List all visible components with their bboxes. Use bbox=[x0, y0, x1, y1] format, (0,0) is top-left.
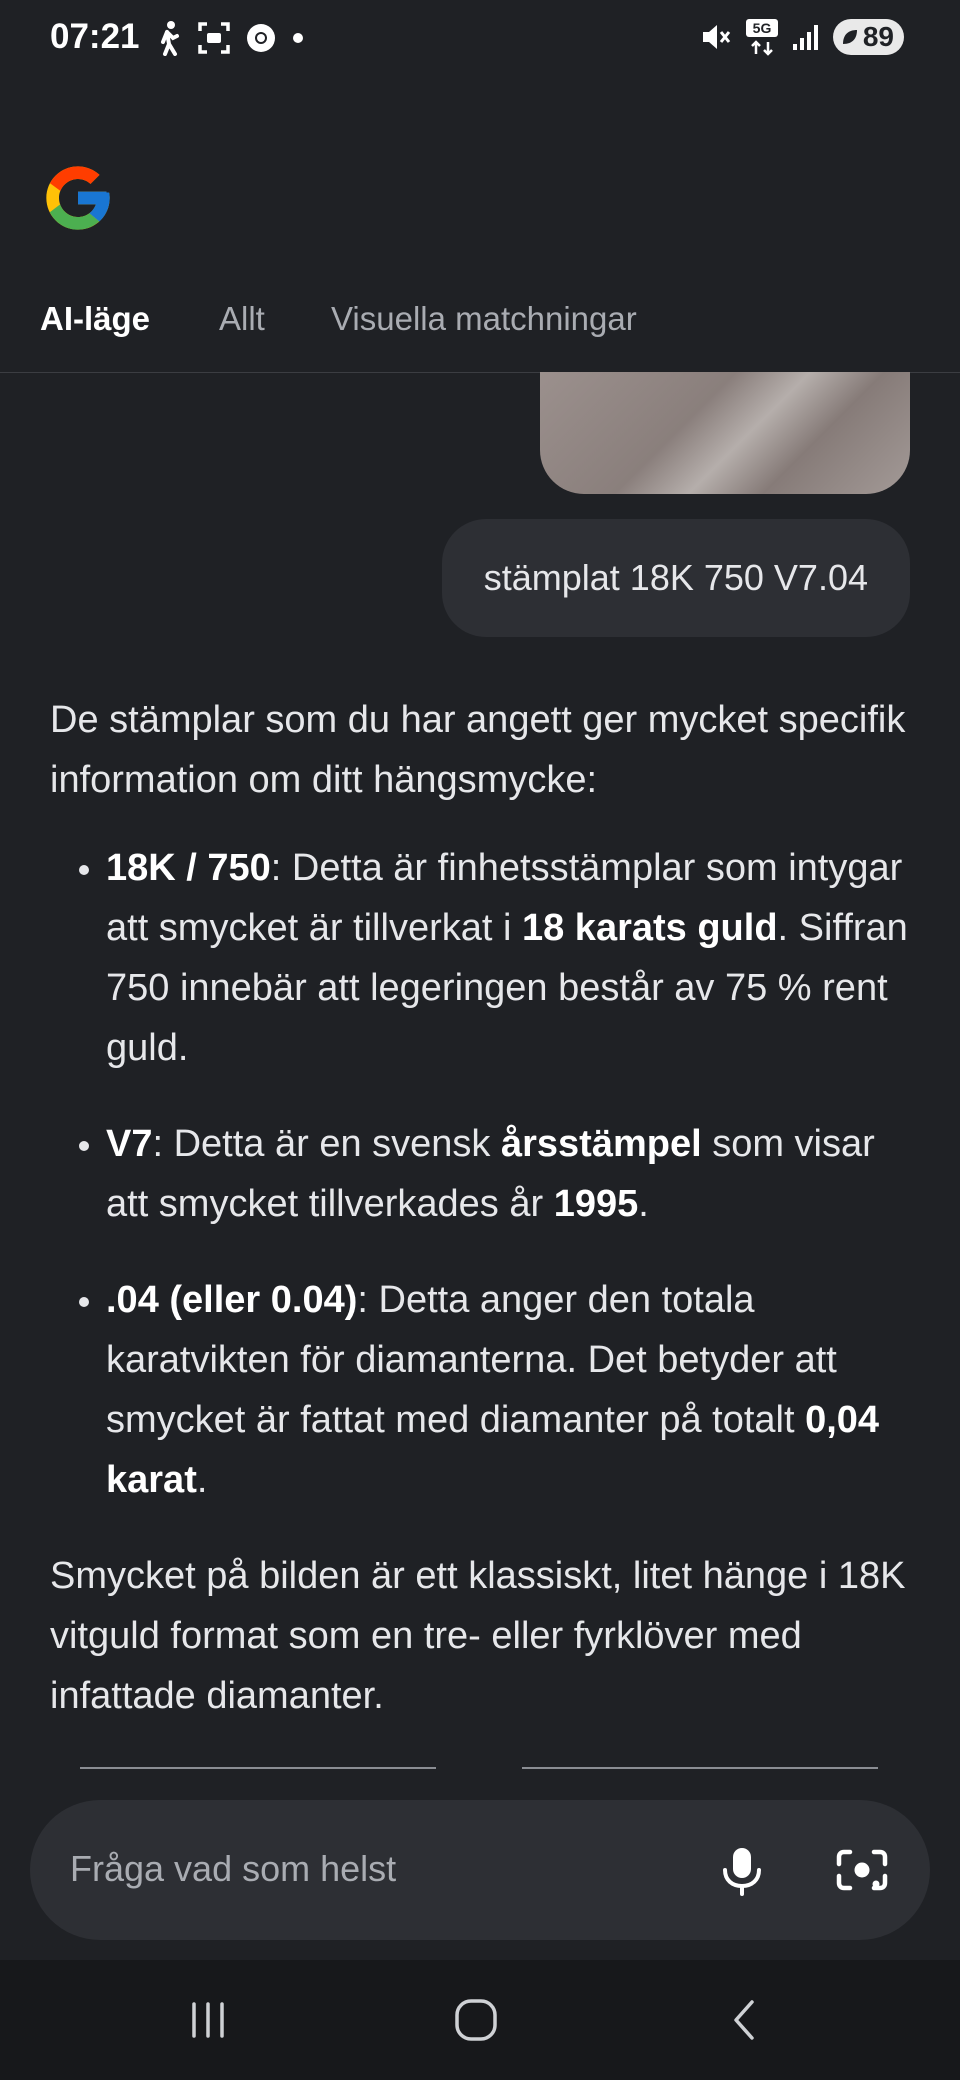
recent-apps-icon[interactable] bbox=[178, 1990, 238, 2050]
bullet-emphasis: 18 karats guld bbox=[521, 907, 778, 949]
user-message-bubble: stämplat 18K 750 V7.04 bbox=[441, 519, 910, 637]
list-item: 18K / 750: Detta är finhetsstämplar som … bbox=[106, 838, 910, 1078]
answer-list: 18K / 750: Detta är finhetsstämplar som … bbox=[50, 838, 910, 1510]
source-card-edge[interactable] bbox=[522, 1767, 878, 1769]
tab-ai-mode[interactable]: AI-läge bbox=[40, 300, 150, 338]
home-icon[interactable] bbox=[446, 1990, 506, 2050]
list-item: .04 (eller 0.04): Detta anger den totala… bbox=[106, 1270, 910, 1510]
status-bar: 07:21 5G 89 bbox=[0, 0, 960, 80]
answer-closing: Smycket på bilden är ett klassiskt, lite… bbox=[50, 1555, 906, 1717]
5g-icon: 5G bbox=[745, 19, 778, 56]
signal-icon bbox=[792, 25, 818, 50]
source-cards-edge bbox=[80, 1767, 880, 1769]
system-navigation-bar bbox=[0, 1960, 960, 2080]
google-lens-icon[interactable] bbox=[830, 1838, 894, 1902]
bullet-term: V7 bbox=[106, 1123, 153, 1165]
battery-indicator: 89 bbox=[832, 19, 904, 55]
tab-all[interactable]: Allt bbox=[219, 300, 265, 338]
bullet-emphasis: årsstämpel bbox=[500, 1123, 702, 1165]
source-card-edge[interactable] bbox=[80, 1767, 436, 1769]
chrome-icon bbox=[247, 24, 275, 52]
bullet-term: 18K / 750 bbox=[106, 847, 271, 889]
microphone-icon[interactable] bbox=[710, 1838, 774, 1902]
svg-text:5G: 5G bbox=[753, 20, 772, 36]
walking-icon bbox=[161, 21, 179, 56]
dot-icon bbox=[293, 33, 303, 43]
user-message-text: stämplat 18K 750 V7.04 bbox=[483, 557, 868, 598]
bullet-emphasis: 1995 bbox=[553, 1183, 639, 1225]
status-time: 07:21 bbox=[50, 17, 140, 56]
answer-intro: De stämplar som du har angett ger mycket… bbox=[50, 699, 906, 801]
ask-anything-bar[interactable]: Fråga vad som helst bbox=[30, 1800, 930, 1940]
uploaded-photo[interactable] bbox=[540, 372, 910, 494]
tab-visual-matches[interactable]: Visuella matchningar bbox=[331, 300, 637, 338]
bullet-text: . bbox=[196, 1459, 208, 1501]
mute-icon bbox=[702, 25, 731, 49]
list-item: V7: Detta är en svensk årsstämpel som vi… bbox=[106, 1114, 910, 1234]
battery-level: 89 bbox=[862, 21, 894, 52]
bullet-term: .04 (eller 0.04) bbox=[106, 1279, 358, 1321]
back-icon[interactable] bbox=[716, 1990, 776, 2050]
google-logo[interactable] bbox=[40, 160, 116, 236]
bullet-text: : Detta är en svensk bbox=[152, 1123, 501, 1165]
ai-answer: De stämplar som du har angett ger mycket… bbox=[50, 690, 910, 1726]
battery-leaf-icon bbox=[842, 30, 857, 44]
search-input[interactable]: Fråga vad som helst bbox=[70, 1848, 396, 1890]
screen-capture-icon bbox=[198, 22, 230, 54]
bullet-text: . bbox=[638, 1183, 649, 1225]
results-tabs: AI-läge Allt Visuella matchningar bbox=[0, 290, 960, 373]
